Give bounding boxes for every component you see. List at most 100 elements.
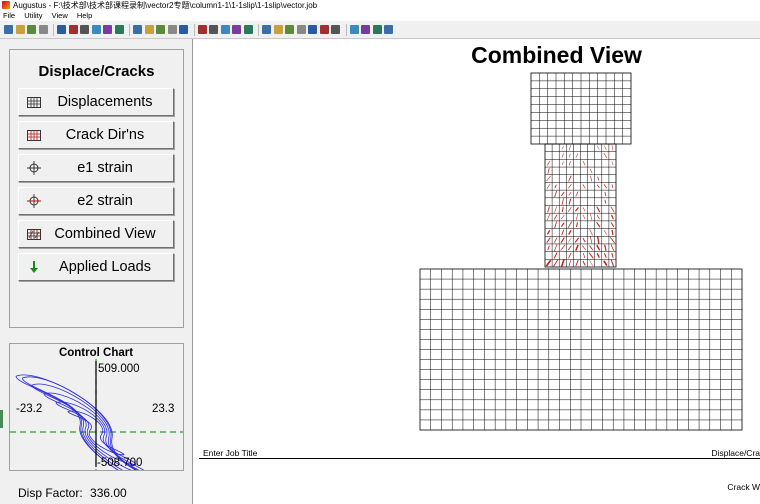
scale-icon[interactable] — [91, 25, 101, 34]
combined-view-label: Combined View — [54, 226, 156, 242]
plot-icon[interactable] — [220, 25, 230, 34]
crack-icon[interactable] — [103, 25, 112, 34]
combined-mesh-icon — [23, 228, 45, 240]
e1-strain-label: e1 strain — [77, 160, 133, 176]
footer-divider — [199, 458, 760, 459]
stress-icon[interactable] — [156, 25, 165, 34]
left-panel: Displace/Cracks Displacements Crack Dir'… — [0, 39, 193, 504]
crack-segment — [603, 184, 608, 189]
combined-view-button[interactable]: Combined View — [18, 220, 174, 248]
layer-icon[interactable] — [80, 25, 89, 34]
e2-strain-button[interactable]: e2 strain — [18, 187, 174, 215]
crack-segment — [611, 253, 614, 258]
crack-segment — [546, 175, 551, 182]
delete-icon[interactable] — [285, 25, 294, 34]
crack-segment — [611, 214, 614, 220]
crack-segment — [596, 253, 600, 258]
crack-segment — [603, 253, 607, 258]
crack-segment — [568, 198, 572, 205]
crack-segment — [582, 245, 586, 251]
crack-segment — [547, 168, 550, 174]
crack-segment — [560, 214, 565, 220]
displacements-button[interactable]: Displacements — [18, 88, 174, 116]
open-icon[interactable] — [15, 25, 25, 34]
crack-segment — [553, 214, 558, 220]
display-group: Displace/Cracks Displacements Crack Dir'… — [9, 49, 184, 328]
tools-icon[interactable] — [308, 25, 317, 34]
crack-segment — [576, 214, 578, 220]
strain-y-icon[interactable] — [144, 25, 154, 34]
crack-segment — [553, 252, 558, 259]
crack-segment — [590, 213, 593, 221]
element-icon[interactable] — [68, 25, 78, 34]
wrench-icon[interactable] — [319, 25, 329, 34]
stress-y-icon[interactable] — [167, 25, 177, 34]
menu-bar: File Utility View Help — [0, 11, 760, 21]
crack-segment — [596, 214, 600, 220]
disp-factor: Disp Factor: 336.00 — [18, 486, 127, 500]
crack-segment — [582, 237, 586, 243]
crack-width-label: Crack W — [727, 482, 760, 492]
crack-segment — [604, 199, 607, 204]
record-icon[interactable] — [361, 25, 370, 34]
strain-x-icon[interactable] — [133, 25, 142, 34]
save-icon[interactable] — [27, 25, 36, 34]
crack-segment — [567, 245, 572, 251]
crack-mesh-icon — [23, 129, 45, 141]
menu-help[interactable]: Help — [77, 11, 92, 20]
menu-utility[interactable]: Utility — [24, 11, 42, 20]
crack-segment — [546, 183, 551, 189]
chart-icon[interactable] — [114, 25, 124, 34]
frame-icon[interactable] — [57, 25, 66, 34]
app-icon — [2, 1, 10, 9]
crack-segment — [589, 260, 594, 267]
panel-splitter-handle[interactable] — [0, 410, 3, 428]
crack-segment — [568, 160, 571, 166]
crack-segment — [603, 260, 608, 266]
window-title-bar: Augustus - F:\技术部\技术部课程录制\vector2专题\colu… — [0, 0, 760, 11]
image-icon[interactable] — [197, 25, 207, 34]
disp-factor-value: 336.00 — [90, 486, 127, 500]
crack-segment — [582, 214, 586, 220]
export-icon[interactable] — [384, 25, 393, 34]
check-icon[interactable] — [273, 25, 283, 34]
crack-segment — [603, 230, 607, 235]
crack-segment — [567, 237, 572, 243]
crack-dirns-button[interactable]: Crack Dir'ns — [18, 121, 174, 149]
menu-file[interactable]: File — [3, 11, 15, 20]
crack-segment — [575, 153, 579, 158]
zoom-icon[interactable] — [296, 25, 306, 34]
crack-segment — [575, 259, 579, 267]
view-mode-label: Displace/Cra — [711, 448, 760, 458]
settings-icon[interactable] — [372, 25, 382, 34]
crack-segment — [561, 161, 564, 166]
monitor-icon[interactable] — [262, 25, 271, 34]
crack-segment — [596, 244, 601, 251]
applied-loads-button[interactable]: Applied Loads — [18, 253, 174, 281]
flag2-icon[interactable] — [243, 25, 253, 34]
crack-segment — [590, 175, 593, 182]
crack-segment — [569, 153, 571, 158]
target-red-icon — [23, 194, 45, 208]
crack-segment — [604, 145, 607, 151]
crack-segment — [553, 237, 558, 243]
crack-segment — [596, 206, 601, 213]
job-title[interactable]: Enter Job Title — [203, 448, 257, 458]
crack-segment — [611, 184, 614, 189]
crack-segment — [596, 184, 600, 189]
e1-strain-button[interactable]: e1 strain — [18, 154, 174, 182]
crack-segment — [596, 145, 600, 150]
crack-segment — [582, 252, 586, 259]
menu-view[interactable]: View — [52, 11, 68, 20]
edit-icon[interactable] — [331, 25, 340, 34]
table-icon[interactable] — [209, 25, 218, 34]
crack-dirns-label: Crack Dir'ns — [65, 127, 145, 143]
filter-icon[interactable] — [38, 25, 48, 34]
crack-segment — [560, 244, 566, 251]
stop-icon[interactable] — [349, 25, 359, 34]
f-icon[interactable] — [179, 25, 188, 34]
flag-icon[interactable] — [232, 25, 241, 34]
crack-segment — [574, 237, 580, 243]
crack-segment — [554, 206, 557, 213]
new-icon[interactable] — [4, 25, 13, 34]
